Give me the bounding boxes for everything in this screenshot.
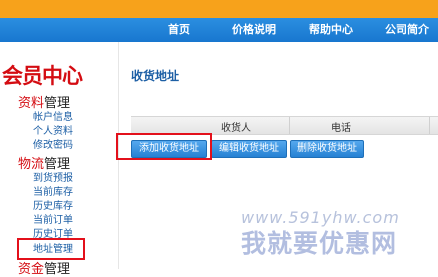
column-separator <box>289 117 290 134</box>
add-address-highlight <box>116 133 212 160</box>
nav-pricing[interactable]: 价格说明 <box>232 23 276 37</box>
section-logistics-title: 物流管理 <box>18 157 70 172</box>
sidebar-item-current-orders[interactable]: 当前订单 <box>33 215 73 227</box>
section-logistics-title-main: 物流 <box>18 157 45 172</box>
member-center-logo: 会员中心 <box>2 64 83 88</box>
sidebar-item-arrival-forecast[interactable]: 到货预报 <box>33 173 73 185</box>
member-sidebar: 会员中心 资料管理 帐户信息 个人资料 修改密码 物流管理 到货预报 当前库存 … <box>0 42 118 277</box>
section-profile-title-main: 资料 <box>18 96 45 111</box>
nav-home[interactable]: 首页 <box>168 23 190 37</box>
column-header-phone: 电话 <box>331 123 351 134</box>
nav-company-intro[interactable]: 公司简介 <box>385 23 429 37</box>
section-funds-title-tail: 管理 <box>44 262 71 277</box>
column-separator <box>429 117 430 134</box>
section-logistics-title-tail: 管理 <box>44 157 71 172</box>
address-management-highlight <box>17 238 85 260</box>
edit-address-button[interactable]: 编辑收货地址 <box>211 140 287 158</box>
section-funds-title: 资金管理 <box>18 262 70 277</box>
watermark-name: 我就要优惠网 <box>241 229 398 258</box>
watermark-url: www.591yhw.com <box>241 208 400 227</box>
nav-help-center[interactable]: 帮助中心 <box>309 23 353 37</box>
sidebar-item-history-inventory[interactable]: 历史库存 <box>33 201 73 213</box>
main-nav: 首页 价格说明 帮助中心 公司简介 <box>0 18 438 42</box>
sidebar-item-personal-profile[interactable]: 个人资料 <box>33 126 73 138</box>
column-header-recipient: 收货人 <box>221 123 251 134</box>
section-profile-title-tail: 管理 <box>44 96 71 111</box>
delete-address-button[interactable]: 删除收货地址 <box>290 140 364 158</box>
sidebar-item-change-password[interactable]: 修改密码 <box>33 140 73 152</box>
top-orange-bar <box>0 0 438 18</box>
page-title: 收货地址 <box>131 69 180 83</box>
section-profile-title: 资料管理 <box>18 96 70 111</box>
sidebar-item-account-info[interactable]: 帐户信息 <box>33 112 73 124</box>
section-funds-title-main: 资金 <box>18 262 45 277</box>
sidebar-item-current-inventory[interactable]: 当前库存 <box>33 187 73 199</box>
